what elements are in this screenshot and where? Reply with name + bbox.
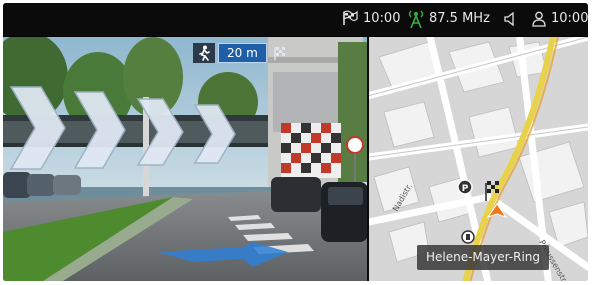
current-street-label: Helene-Mayer-Ring xyxy=(417,245,549,270)
navigation-screen: 10:00 87.5 MHz 10:00 20 m Nadistr. Preus… xyxy=(3,3,588,281)
radio-frequency: 87.5 MHz xyxy=(429,11,490,26)
map-view[interactable]: Nadistr. Preussenstr. P Helene-Mayer-Rin… xyxy=(369,37,588,281)
pedestrian-icon xyxy=(193,43,215,63)
speaker-icon[interactable] xyxy=(503,12,517,26)
svg-text:P: P xyxy=(462,184,469,194)
distance-label: 20 m xyxy=(218,43,267,63)
radio-antenna-icon xyxy=(407,9,425,29)
destination-flag-icon xyxy=(271,44,289,62)
parking-icon[interactable] xyxy=(461,230,475,244)
checkered-flag-icon xyxy=(341,10,359,26)
distance-hud: 20 m xyxy=(193,42,289,64)
parking-icon[interactable]: P xyxy=(457,179,473,195)
clock: 10:00 xyxy=(551,11,588,26)
status-bar: 10:00 87.5 MHz 10:00 xyxy=(3,3,588,36)
person-icon[interactable] xyxy=(532,11,546,27)
camera-view: 20 m xyxy=(3,37,368,281)
flag-time: 10:00 xyxy=(363,11,401,26)
